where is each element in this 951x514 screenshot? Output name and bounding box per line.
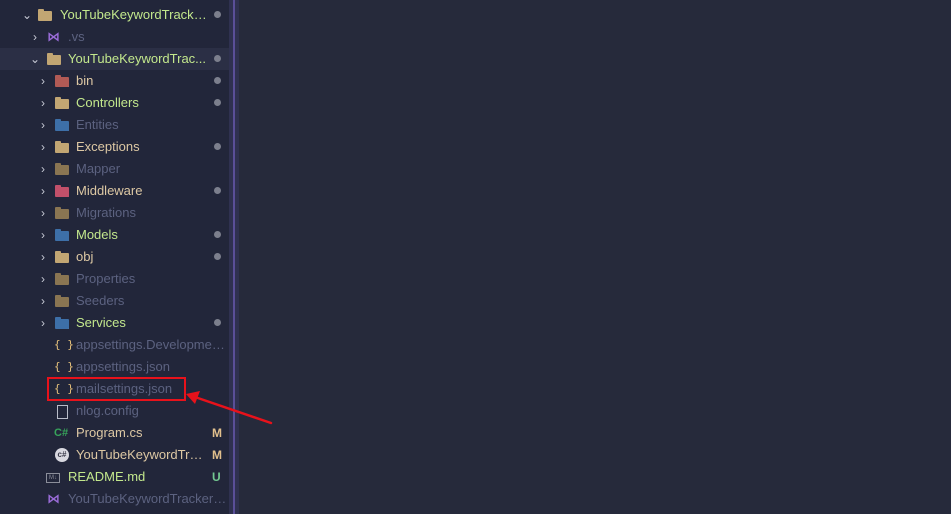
vs-folder-icon: ⋈ (47, 29, 60, 44)
tree-item-label: .vs (68, 29, 85, 44)
folder-icon (55, 250, 69, 264)
tree-item-bin[interactable]: › bin (0, 70, 229, 92)
folder-open-icon (47, 52, 61, 66)
bin-folder-icon (55, 74, 69, 88)
folder-icon (55, 206, 69, 220)
chevron-right-icon[interactable]: › (36, 312, 50, 334)
tree-item-root-folder[interactable]: ⌄ YouTubeKeywordTracke... (0, 4, 229, 26)
tree-item-services[interactable]: › Services (0, 312, 229, 334)
chevron-right-icon[interactable]: › (28, 26, 42, 48)
highlight-box (47, 377, 186, 401)
chevron-right-icon[interactable]: › (36, 202, 50, 224)
entities-folder-icon (55, 118, 69, 132)
tree-item-properties[interactable]: › Properties (0, 268, 229, 290)
tree-item-project-folder[interactable]: ⌄ YouTubeKeywordTrac... (0, 48, 229, 70)
json-icon: { } (54, 338, 74, 351)
tree-item-label: Controllers (76, 95, 139, 110)
tree-item-csproj[interactable]: c# YouTubeKeywordTra... M (0, 444, 229, 466)
tree-item-label: appsettings.Development.j... (76, 337, 229, 352)
modified-dot (214, 187, 221, 194)
tree-item-entities[interactable]: › Entities (0, 114, 229, 136)
tree-item-label: Properties (76, 271, 136, 286)
chevron-right-icon[interactable]: › (36, 92, 50, 114)
git-untracked-badge: U (212, 470, 221, 484)
tree-item-label: YouTubeKeywordTracke... (60, 7, 210, 22)
modified-dot (214, 231, 221, 238)
editor-area (239, 0, 951, 514)
tree-item-label: Exceptions (76, 139, 140, 154)
tree-item-controllers[interactable]: › Controllers (0, 92, 229, 114)
modified-dot (214, 77, 221, 84)
git-modified-badge: M (212, 448, 222, 462)
chevron-right-icon[interactable]: › (36, 136, 50, 158)
modified-dot (214, 319, 221, 326)
tree-item-label: Migrations (76, 205, 136, 220)
tree-item-label: bin (76, 73, 94, 88)
tree-item-middleware[interactable]: › Middleware (0, 180, 229, 202)
tree-item-label: YouTubeKeywordTrackerAPI... (68, 491, 229, 506)
folder-icon (55, 140, 69, 154)
folder-icon (55, 162, 69, 176)
json-icon: { } (54, 360, 74, 373)
modified-dot (214, 143, 221, 150)
folder-open-icon (38, 8, 52, 22)
tree-item-readme[interactable]: M↓ README.md U (0, 466, 229, 488)
tree-item-appsettings[interactable]: { } appsettings.json (0, 356, 229, 378)
red-arrow-annotation (186, 391, 273, 425)
chevron-right-icon[interactable]: › (36, 158, 50, 180)
models-folder-icon (55, 228, 69, 242)
tree-item-label: YouTubeKeywordTrac... (68, 51, 207, 66)
vs-solution-icon: ⋈ (47, 491, 60, 506)
csharp-icon: C# (54, 427, 69, 439)
tree-item-models[interactable]: › Models (0, 224, 229, 246)
chevron-right-icon[interactable]: › (36, 290, 50, 312)
modified-dot (214, 253, 221, 260)
tree-item-label: appsettings.json (76, 359, 170, 374)
modified-dot (214, 99, 221, 106)
markdown-icon: M↓ (46, 473, 60, 483)
tree-item-label: Mapper (76, 161, 121, 176)
chevron-right-icon[interactable]: › (36, 70, 50, 92)
tree-item-label: Entities (76, 117, 119, 132)
tree-item-migrations[interactable]: › Migrations (0, 202, 229, 224)
chevron-down-icon[interactable]: ⌄ (20, 4, 34, 26)
file-explorer-tree: ⌄ YouTubeKeywordTracke... › ⋈ .vs ⌄ YouT… (0, 0, 229, 514)
file-icon (57, 405, 68, 419)
tree-item-exceptions[interactable]: › Exceptions (0, 136, 229, 158)
folder-icon (55, 294, 69, 308)
middleware-folder-icon (55, 184, 69, 198)
controllers-folder-icon (55, 96, 69, 110)
services-folder-icon (55, 316, 69, 330)
tree-item-label: Models (76, 227, 118, 242)
tree-item-obj[interactable]: › obj (0, 246, 229, 268)
tree-item-label: obj (76, 249, 94, 264)
tree-item-label: Services (76, 315, 126, 330)
chevron-right-icon[interactable]: › (36, 246, 50, 268)
folder-icon (55, 272, 69, 286)
explorer-scrollbar[interactable] (229, 0, 239, 514)
chevron-down-icon[interactable]: ⌄ (28, 48, 42, 70)
tree-item-mapper[interactable]: › Mapper (0, 158, 229, 180)
chevron-right-icon[interactable]: › (36, 180, 50, 202)
modified-dot (214, 55, 221, 62)
modified-dot (214, 11, 221, 18)
tree-item-solution[interactable]: ⋈ YouTubeKeywordTrackerAPI... (0, 488, 229, 510)
chevron-right-icon[interactable]: › (36, 268, 50, 290)
tree-item-label: README.md (68, 469, 146, 484)
tree-item-seeders[interactable]: › Seeders (0, 290, 229, 312)
tree-item-label: YouTubeKeywordTra... (76, 447, 204, 462)
chevron-right-icon[interactable]: › (36, 114, 50, 136)
tree-item-vs-folder[interactable]: › ⋈ .vs (0, 26, 229, 48)
csproj-icon: c# (55, 448, 69, 462)
tree-item-appsettings-development[interactable]: { } appsettings.Development.j... (0, 334, 229, 356)
tree-item-label: Middleware (76, 183, 143, 198)
chevron-right-icon[interactable]: › (36, 224, 50, 246)
tree-item-label: Seeders (76, 293, 125, 308)
